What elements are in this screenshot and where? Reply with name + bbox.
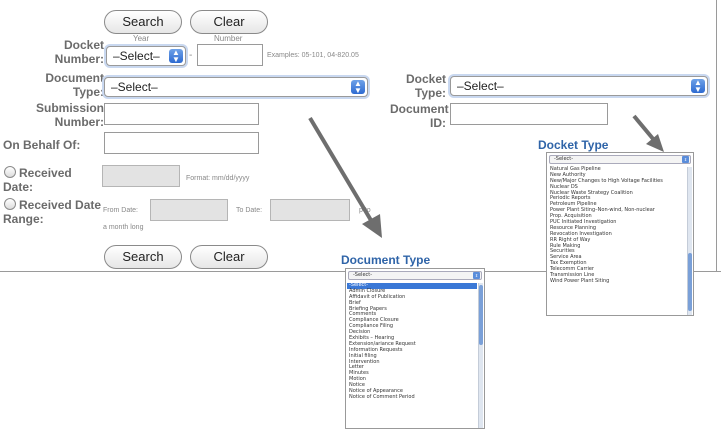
select-stepper-icon: ▲ ▼ [691,79,705,94]
arrow-to-docket-type-icon [632,114,664,152]
select-stepper-icon: ⇕ [682,156,689,163]
submission-number-label: Submission Number: [35,101,104,129]
clear-button-top[interactable]: Clear [190,10,268,34]
docket-type-popup-title: Docket Type [538,138,609,152]
arrow-to-document-type-icon [308,116,382,238]
docket-type-scrollbar[interactable] [687,167,692,315]
docket-type-label: Docket Type: [405,72,446,100]
year-hint: Year [133,34,150,43]
docket-type-value: –Select– [457,79,504,93]
docket-type-options: Natural Gas Pipeline New Authority New/Maj… [548,166,686,285]
docket-separator: - [189,50,193,61]
received-date-input[interactable] [102,165,180,187]
clear-button-bottom[interactable]: Clear [190,245,268,269]
received-date-label: Received Date: [3,166,72,194]
select-stepper-icon: ▲ ▼ [351,80,365,95]
document-type-listbox-header-text: -Select- [353,272,373,278]
document-type-select[interactable]: –Select– ▲ ▼ [104,77,368,97]
document-type-scroll-thumb[interactable] [479,285,483,345]
docket-type-listbox[interactable]: -Select- ⇕ Natural Gas Pipeline New Autho… [546,152,694,316]
select-stepper-icon: ▲ ▼ [169,49,183,64]
from-date-label: From Date: [103,207,139,214]
number-hint: Number [214,34,243,43]
search-button-top[interactable]: Search [104,10,182,34]
panel-right-border [716,0,717,272]
docket-type-scroll-thumb[interactable] [688,253,692,311]
on-behalf-of-label: On Behalf Of: [3,138,81,152]
on-behalf-of-input[interactable] [104,132,259,154]
document-type-listbox[interactable]: -Select- ⇕ -Select- Admin Closure Affidavi… [345,268,485,429]
docket-number-label: Docket Number: [54,38,104,66]
document-type-value: –Select– [111,80,158,94]
docket-examples-hint: Examples: 05-101, 04-820.05 [267,52,359,59]
document-id-label: Document ID: [390,102,449,130]
docket-type-option[interactable]: Wind Power Plant Siting [548,278,686,285]
range-hint: a month long [103,224,144,231]
received-date-range-label: Received Date Range: [3,198,102,226]
to-date-label: To Date: [236,207,263,214]
docket-number-input[interactable] [197,44,263,66]
document-type-scrollbar[interactable] [478,283,483,428]
docket-type-select[interactable]: –Select– ▲ ▼ [450,76,708,96]
document-id-input[interactable] [450,103,608,125]
search-button-bottom[interactable]: Search [104,245,182,269]
docket-year-value: –Select– [113,49,160,63]
select-stepper-icon: ⇕ [473,272,480,279]
document-type-listbox-header[interactable]: -Select- ⇕ [348,271,482,280]
date-format-hint: Format: mm/dd/yyyy [186,175,250,182]
docket-year-select[interactable]: –Select– ▲ ▼ [106,46,186,66]
from-date-input[interactable] [150,199,228,221]
document-type-label: Document Type: [45,71,104,99]
document-type-option[interactable]: Notice of Comment Period [347,394,477,401]
docket-type-listbox-header-text: -Select- [554,156,574,162]
document-type-options: -Select- Admin Closure Affidavit of Public… [347,282,477,401]
docket-type-listbox-header[interactable]: -Select- ⇕ [549,155,691,164]
submission-number-input[interactable] [104,103,259,125]
document-type-popup-title: Document Type [341,253,431,267]
